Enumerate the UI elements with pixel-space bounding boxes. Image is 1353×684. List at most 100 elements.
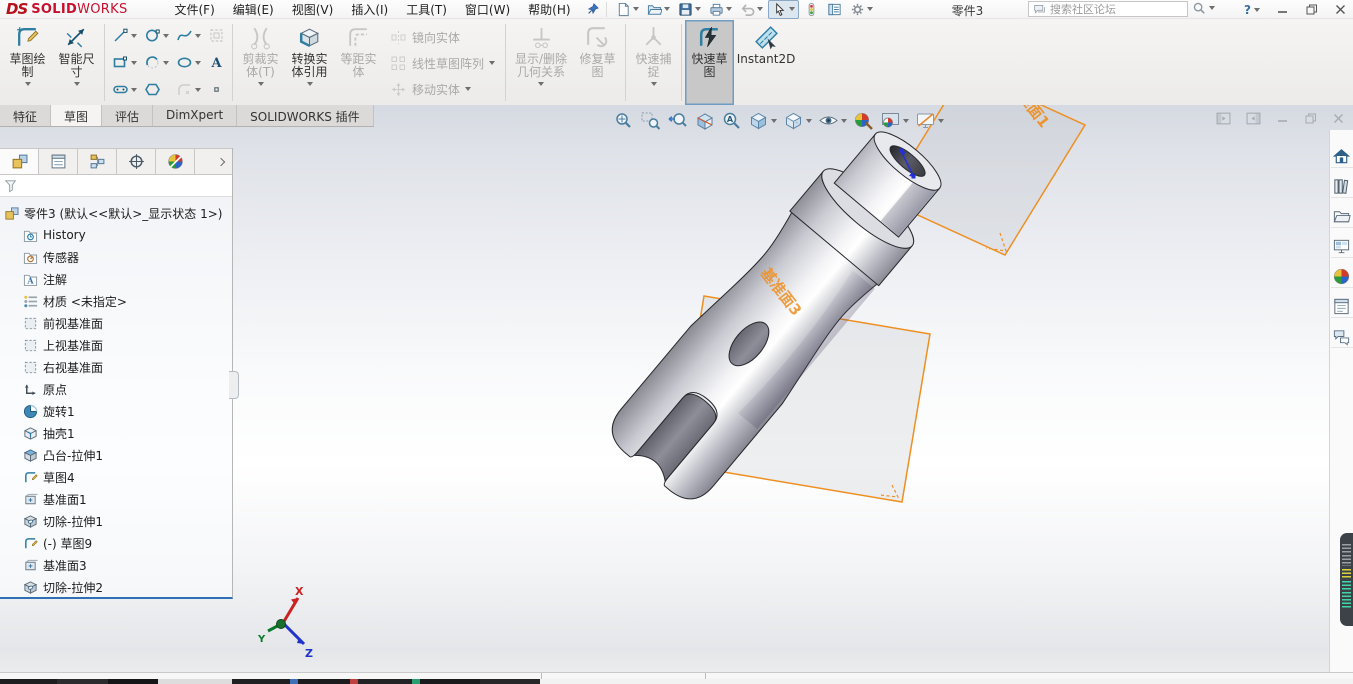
view-palette-tab[interactable]	[1331, 236, 1353, 258]
view-orientation-button[interactable]	[746, 108, 779, 133]
rebuild-button[interactable]	[801, 1, 822, 18]
help-button[interactable]: ?	[1244, 3, 1260, 17]
tree-item-sensors[interactable]: 传感器	[0, 246, 232, 268]
tree-root[interactable]: 零件3 (默认<<默认>_显示状态 1>)	[0, 202, 232, 224]
dropdown-caret-icon[interactable]	[903, 119, 909, 123]
dropdown-caret-icon[interactable]	[258, 82, 264, 86]
pin-menu-button[interactable]	[586, 2, 600, 16]
print-button[interactable]	[706, 1, 735, 18]
tree-item-right-plane[interactable]: 右视基准面	[0, 356, 232, 378]
menu-window[interactable]: 窗口(W)	[456, 0, 519, 20]
dropdown-caret-icon[interactable]	[726, 7, 732, 11]
menu-help[interactable]: 帮助(H)	[519, 0, 579, 20]
tree-item-sketch9[interactable]: (-) 草图9	[0, 532, 232, 554]
slot-tool[interactable]	[109, 81, 140, 98]
tab-sketch[interactable]: 草图	[51, 105, 102, 126]
search-input[interactable]: 搜索社区论坛	[1028, 1, 1188, 17]
side-scroll-widget[interactable]	[1340, 533, 1353, 626]
move-entities-button[interactable]: 移动实体	[383, 76, 502, 102]
dropdown-caret-icon[interactable]	[633, 7, 639, 11]
displaymanager-tab[interactable]	[156, 149, 195, 174]
doc-minimize-button[interactable]	[1276, 112, 1289, 125]
tree-item-cut-extrude2[interactable]: 切除-拉伸2	[0, 576, 232, 598]
doc-close-button[interactable]	[1332, 112, 1345, 125]
dropdown-caret-icon[interactable]	[489, 61, 495, 65]
dropdown-caret-icon[interactable]	[841, 119, 847, 123]
rectangle-tool[interactable]	[109, 54, 140, 71]
home-tab[interactable]	[1331, 146, 1353, 168]
dropdown-caret-icon[interactable]	[538, 82, 544, 86]
tree-item-revolve1[interactable]: 旋转1	[0, 400, 232, 422]
dropdown-caret-icon[interactable]	[74, 82, 80, 86]
panel-splitter-handle[interactable]	[229, 371, 239, 399]
linear-pattern-button[interactable]: 线性草图阵列	[383, 50, 502, 76]
trim-entities-button[interactable]: 剪裁实体(T)	[236, 20, 285, 105]
section-view-button[interactable]	[692, 108, 717, 133]
dropdown-caret-icon[interactable]	[307, 82, 313, 86]
dropdown-caret-icon[interactable]	[1209, 6, 1215, 10]
pane-toggle-left-icon[interactable]	[1216, 112, 1231, 125]
offset-entities-button[interactable]: 等距实体	[334, 20, 383, 105]
close-button[interactable]	[1334, 3, 1347, 16]
tree-item-cut-extrude1[interactable]: 切除-拉伸1	[0, 510, 232, 532]
polygon-tool[interactable]	[141, 81, 172, 98]
dropdown-caret-icon[interactable]	[664, 7, 670, 11]
open-button[interactable]	[644, 1, 673, 18]
tree-item-boss-extrude1[interactable]: 凸台-拉伸1	[0, 444, 232, 466]
pane-toggle-right-icon[interactable]	[1246, 112, 1261, 125]
dropdown-caret-icon[interactable]	[25, 82, 31, 86]
dropdown-caret-icon[interactable]	[163, 61, 169, 65]
mirror-entities-button[interactable]: 镜向实体	[383, 24, 502, 50]
dropdown-caret-icon[interactable]	[195, 88, 201, 92]
dropdown-caret-icon[interactable]	[195, 34, 201, 38]
apply-scene-button[interactable]	[878, 108, 911, 133]
restore-button[interactable]	[1305, 3, 1318, 16]
zoom-to-area-button[interactable]	[638, 108, 663, 133]
fillet-tool[interactable]	[173, 81, 204, 98]
repair-sketch-button[interactable]: 修复草图	[573, 20, 622, 105]
new-document-button[interactable]	[613, 1, 642, 18]
dropdown-caret-icon[interactable]	[163, 34, 169, 38]
tree-filter-bar[interactable]	[0, 175, 232, 197]
menu-edit[interactable]: 编辑(E)	[224, 0, 283, 20]
convert-entities-button[interactable]: 转换实体引用	[285, 20, 334, 105]
display-style-button[interactable]	[781, 108, 814, 133]
zoom-to-fit-button[interactable]	[611, 108, 636, 133]
options-button[interactable]	[847, 1, 876, 18]
display-delete-relations-button[interactable]: 显示/删除几何关系	[509, 20, 573, 105]
featuremanager-tab[interactable]	[0, 149, 39, 174]
dropdown-caret-icon[interactable]	[867, 7, 873, 11]
options-list-button[interactable]	[824, 1, 845, 18]
menu-file[interactable]: 文件(F)	[166, 0, 224, 20]
dropdown-caret-icon[interactable]	[651, 82, 657, 86]
tree-item-plane1[interactable]: 基准面1	[0, 488, 232, 510]
tree-item-front-plane[interactable]: 前视基准面	[0, 312, 232, 334]
tab-evaluate[interactable]: 评估	[102, 105, 153, 126]
tree-item-origin[interactable]: 原点	[0, 378, 232, 400]
undo-button[interactable]	[737, 1, 766, 18]
design-library-tab[interactable]	[1331, 176, 1353, 198]
forum-tab[interactable]	[1331, 326, 1353, 348]
save-button[interactable]	[675, 1, 704, 18]
tab-features[interactable]: 特征	[0, 105, 51, 126]
dimxpertmanager-tab[interactable]	[117, 149, 156, 174]
configurationmanager-tab[interactable]	[78, 149, 117, 174]
rapid-sketch-button[interactable]: 快速草图	[685, 20, 734, 105]
view-settings-button[interactable]	[913, 108, 946, 133]
tab-addins[interactable]: SOLIDWORKS 插件	[237, 105, 373, 126]
text-tool[interactable]: A	[205, 54, 228, 71]
panel-expand-button[interactable]	[195, 149, 232, 174]
tree-item-annotations[interactable]: A注解	[0, 268, 232, 290]
tree-item-sketch4[interactable]: 草图4	[0, 466, 232, 488]
line-tool[interactable]	[109, 27, 140, 44]
file-explorer-tab[interactable]	[1331, 206, 1353, 228]
sketch-button[interactable]: 草图绘制	[3, 20, 52, 105]
dropdown-caret-icon[interactable]	[131, 61, 137, 65]
view-annotations-button[interactable]: A	[719, 108, 744, 133]
appearances-tab[interactable]	[1331, 266, 1353, 288]
tree-item-shell1[interactable]: 抽壳1	[0, 422, 232, 444]
dropdown-caret-icon[interactable]	[1254, 8, 1260, 12]
dropdown-caret-icon[interactable]	[195, 61, 201, 65]
tree-item-plane3[interactable]: 基准面3	[0, 554, 232, 576]
hide-show-items-button[interactable]	[816, 108, 849, 133]
